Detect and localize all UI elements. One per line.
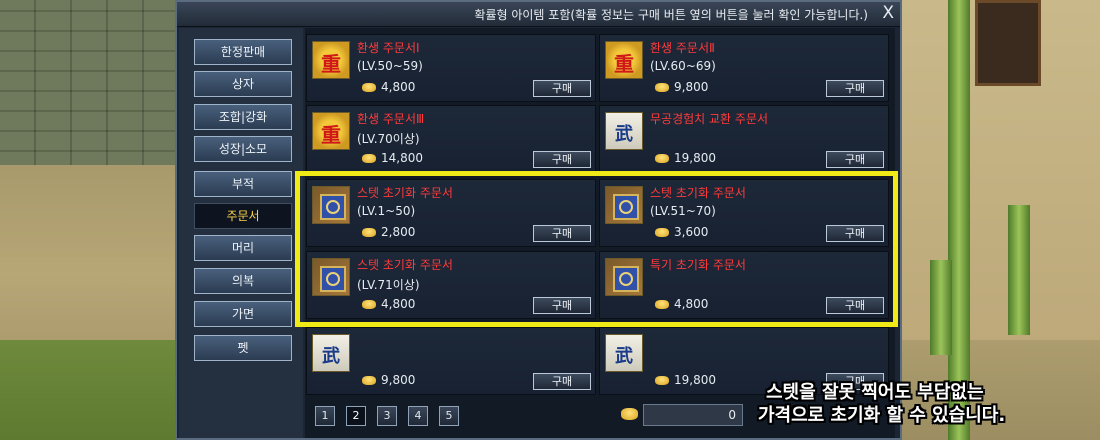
caption-line-1: 스텟을 잘못 찍어도 부담없는 bbox=[766, 382, 984, 403]
page-button[interactable]: 4 bbox=[408, 406, 428, 426]
bamboo-stalk bbox=[948, 0, 970, 440]
shop-item: 환생 주문서Ⅲ (LV.70이상) 14,800 구매 bbox=[306, 105, 596, 173]
bamboo-stalk bbox=[1008, 205, 1030, 335]
item-price: 4,800 bbox=[381, 80, 416, 94]
building-door bbox=[975, 0, 1041, 86]
scroll-white-icon bbox=[605, 112, 643, 150]
sidebar-item-combine-enhance[interactable]: 조합|강화 bbox=[194, 104, 292, 130]
item-name: 환생 주문서Ⅰ bbox=[357, 41, 420, 55]
item-price: 19,800 bbox=[674, 151, 716, 165]
gold-coin-icon bbox=[655, 83, 669, 92]
title-bar: 확률형 아이템 포함(확률 정보는 구매 버튼 옆의 버튼을 눌러 확인 가능합… bbox=[177, 2, 900, 27]
item-level: (LV.50~59) bbox=[357, 59, 423, 73]
gold-coin-icon bbox=[362, 376, 376, 385]
shop-item: 9,800 구매 bbox=[306, 327, 596, 395]
item-name: 환생 주문서Ⅲ bbox=[357, 112, 425, 126]
buy-button[interactable]: 구매 bbox=[533, 373, 591, 390]
buy-button[interactable]: 구매 bbox=[533, 80, 591, 97]
item-name: 무공경험치 교환 주문서 bbox=[650, 112, 769, 126]
promo-caption: 스텟을 잘못 찍어도 부담없는 가격으로 초기화 할 수 있습니다. bbox=[758, 381, 1005, 427]
page-button[interactable]: 2 bbox=[346, 406, 366, 426]
scroll-red-icon bbox=[605, 41, 643, 79]
item-name: 환생 주문서Ⅱ bbox=[650, 41, 715, 55]
scroll-white-icon bbox=[605, 334, 643, 372]
sidebar-item-pet[interactable]: 펫 bbox=[194, 335, 292, 361]
item-price: 14,800 bbox=[381, 151, 423, 165]
item-price: 9,800 bbox=[674, 80, 709, 94]
scroll-white-icon bbox=[312, 334, 350, 372]
close-icon[interactable]: X bbox=[882, 3, 894, 23]
highlight-box bbox=[295, 171, 898, 327]
buy-button[interactable]: 구매 bbox=[826, 151, 884, 168]
sidebar-item-box[interactable]: 상자 bbox=[194, 71, 292, 97]
gold-coin-icon bbox=[621, 408, 638, 420]
buy-button[interactable]: 구매 bbox=[533, 151, 591, 168]
shop-item: 환생 주문서Ⅱ (LV.60~69) 9,800 구매 bbox=[599, 34, 889, 102]
page-button[interactable]: 5 bbox=[439, 406, 459, 426]
caption-line-2: 가격으로 초기화 할 수 있습니다. bbox=[758, 405, 1006, 426]
sidebar-item-head[interactable]: 머리 bbox=[194, 235, 292, 261]
gold-coin-icon bbox=[655, 154, 669, 163]
balance-field: 0 bbox=[643, 404, 743, 426]
gold-coin-icon bbox=[362, 83, 376, 92]
item-price: 19,800 bbox=[674, 373, 716, 387]
category-sidebar: 한정판매 상자 조합|강화 성장|소모 부적 주문서 머리 의복 가면 펫 bbox=[179, 28, 303, 438]
sidebar-item-limited-sale[interactable]: 한정판매 bbox=[194, 39, 292, 65]
scroll-red-icon bbox=[312, 41, 350, 79]
page-button[interactable]: 1 bbox=[315, 406, 335, 426]
item-level: (LV.70이상) bbox=[357, 132, 420, 146]
bamboo-stalk bbox=[930, 260, 952, 355]
shop-item: 무공경험치 교환 주문서 19,800 구매 bbox=[599, 105, 889, 173]
sidebar-item-growth-consume[interactable]: 성장|소모 bbox=[194, 136, 292, 162]
sidebar-item-mask[interactable]: 가면 bbox=[194, 301, 292, 327]
gold-coin-icon bbox=[655, 376, 669, 385]
sidebar-item-scroll[interactable]: 주문서 bbox=[194, 203, 292, 229]
buy-button[interactable]: 구매 bbox=[826, 80, 884, 97]
item-price: 9,800 bbox=[381, 373, 416, 387]
window-title: 확률형 아이템 포함(확률 정보는 구매 버튼 옆의 버튼을 눌러 확인 가능합… bbox=[474, 8, 868, 22]
scroll-red-icon bbox=[312, 112, 350, 150]
page-button[interactable]: 3 bbox=[377, 406, 397, 426]
sidebar-item-clothing[interactable]: 의복 bbox=[194, 268, 292, 294]
shop-item: 환생 주문서Ⅰ (LV.50~59) 4,800 구매 bbox=[306, 34, 596, 102]
sidebar-item-talisman[interactable]: 부적 bbox=[194, 171, 292, 197]
item-level: (LV.60~69) bbox=[650, 59, 716, 73]
gold-coin-icon bbox=[362, 154, 376, 163]
